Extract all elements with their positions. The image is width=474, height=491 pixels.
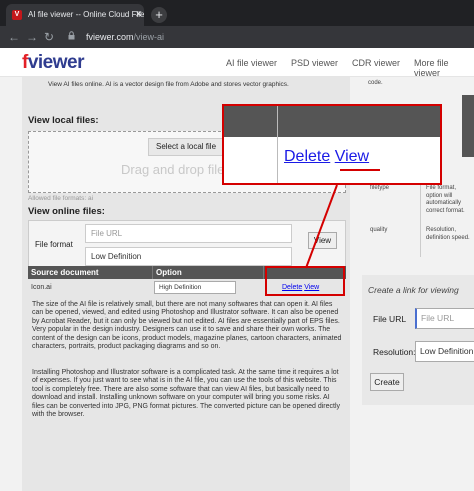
lock-icon [68, 31, 75, 40]
allowed-ext: ai [87, 195, 94, 202]
row-definition-select[interactable]: High Definition [154, 281, 236, 294]
sidebar-dark-strip [462, 95, 474, 157]
zoom-view-link[interactable]: View [335, 148, 369, 165]
description-paragraph-2: Installing Photoshop and Illustrator sof… [32, 369, 341, 419]
browser-tab[interactable]: V AI file viewer -- Online Cloud File ✕ [6, 4, 144, 26]
table-header-option: Option [152, 266, 263, 279]
zoom-divider [277, 106, 278, 183]
zoom-delete-link[interactable]: Delete [284, 148, 330, 165]
url-path: /view-ai [133, 32, 165, 42]
allowed-label: Allowed file formats: [28, 195, 87, 202]
file-url-input[interactable]: File URL [85, 224, 292, 243]
tab-title: AI file viewer -- Online Cloud File [28, 10, 144, 19]
description-paragraph-1: The size of the AI file is relatively sm… [32, 301, 342, 351]
file-format-label: File format [35, 240, 73, 249]
allowed-formats: Allowed file formats: ai [28, 195, 93, 202]
sidebar-file-url-label: File URL [373, 314, 407, 324]
intro-text: View AI files online. AI is a vector des… [48, 81, 289, 88]
nav-more-viewer[interactable]: More file viewer [414, 58, 474, 78]
nav-psd-viewer[interactable]: PSD viewer [291, 58, 338, 68]
reload-icon[interactable]: ↻ [44, 29, 54, 45]
browser-toolbar: ← → ↻ fviewer.com/view-ai [0, 26, 474, 48]
zoom-callout: Delete View [222, 104, 442, 185]
sidebar-key-quality: quality [370, 227, 388, 233]
zoom-links: Delete View [284, 148, 369, 166]
site-logo[interactable]: fviewer [22, 52, 84, 74]
sidebar-code-text: code. [368, 80, 383, 86]
sidebar-file-url-input[interactable]: File URL [415, 308, 474, 329]
online-files-title: View online files: [28, 206, 105, 217]
view-button[interactable]: View [308, 232, 337, 249]
nav-ai-viewer[interactable]: AI file viewer [226, 58, 277, 68]
new-tab-icon[interactable]: + [151, 7, 167, 23]
logo-text: viewer [27, 52, 85, 73]
sidebar-key-filetype: filetype [370, 185, 390, 191]
site-header: fviewer AI file viewer PSD viewer CDR vi… [0, 48, 474, 78]
sidebar-divider [420, 177, 421, 257]
address-bar[interactable]: fviewer.com/view-ai [86, 30, 164, 44]
definition-select[interactable]: Low Definition [85, 247, 292, 266]
table-row-file: Icon.ai [31, 284, 52, 291]
select-local-file-button[interactable]: Select a local file [148, 138, 224, 156]
url-host: fviewer.com [86, 32, 134, 42]
create-button[interactable]: Create [370, 373, 404, 391]
back-icon[interactable]: ← [8, 29, 20, 45]
create-link-title: Create a link for viewing [368, 285, 459, 295]
local-files-title: View local files: [28, 115, 99, 126]
nav-cdr-viewer[interactable]: CDR viewer [352, 58, 400, 68]
sidebar-value-quality: Resolution, definition speed. [426, 227, 470, 241]
forward-icon[interactable]: → [26, 29, 38, 45]
drag-drop-text: Drag and drop files [121, 162, 231, 177]
zoom-table-header [224, 106, 440, 137]
sidebar-resolution-select[interactable]: Low Definition [415, 341, 474, 362]
online-form: File format File URL Low Definition View [28, 220, 346, 271]
table-header-source: Source document [28, 266, 152, 279]
browser-tab-strip: V AI file viewer -- Online Cloud File ✕ … [0, 0, 474, 26]
close-tab-icon[interactable]: ✕ [135, 10, 143, 19]
sidebar-value-filetype: File format, option will automatically c… [426, 185, 465, 214]
zoom-view-underline [340, 169, 380, 171]
highlight-small-box [265, 266, 345, 296]
sidebar-resolution-label: Resolution: [373, 347, 416, 357]
site-favicon-icon: V [12, 10, 22, 20]
